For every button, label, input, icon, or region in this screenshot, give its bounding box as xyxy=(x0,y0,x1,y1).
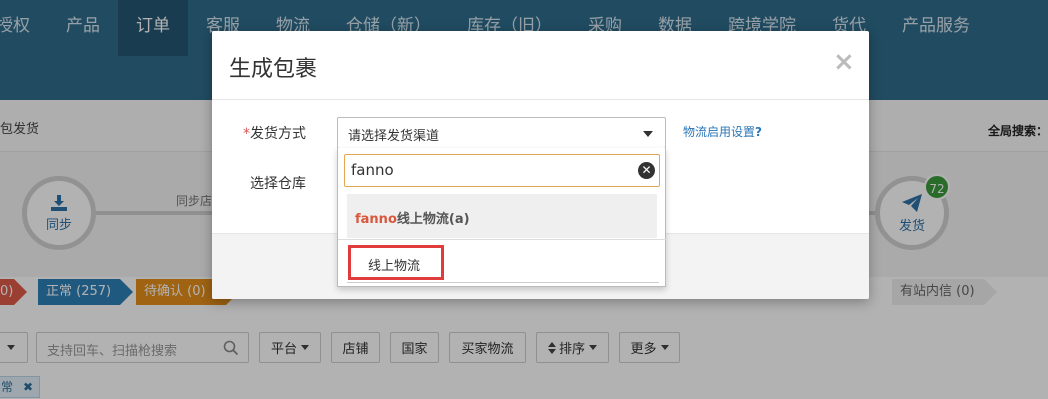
dialog-header: 生成包裹 × xyxy=(212,31,869,100)
ship-channel-value: 请选择发货渠道 xyxy=(348,129,440,144)
divider xyxy=(338,239,667,240)
help-icon: ? xyxy=(755,125,762,139)
dropdown-option-online-logistics[interactable]: 线上物流 xyxy=(348,245,444,280)
ship-channel-select[interactable]: 请选择发货渠道 xyxy=(337,117,666,149)
logistics-settings-link[interactable]: 物流启用设置? xyxy=(683,123,762,140)
ship-channel-dropdown: fanno ✕ fanno线上物流(a) 线上物流 xyxy=(337,148,667,287)
dialog-title: 生成包裹 xyxy=(229,57,318,82)
divider xyxy=(347,282,659,283)
dropdown-group-header: fanno线上物流(a) xyxy=(347,194,657,238)
chevron-down-icon xyxy=(643,131,653,137)
warehouse-label: 选择仓库 xyxy=(250,176,306,192)
clear-icon[interactable]: ✕ xyxy=(638,162,655,179)
dropdown-search-input[interactable]: fanno ✕ xyxy=(344,154,660,187)
option-label: 线上物流 xyxy=(368,259,421,274)
required-mark: * xyxy=(243,126,250,142)
ship-method-label: *发货方式 xyxy=(243,126,306,142)
close-icon[interactable]: × xyxy=(833,49,855,75)
group-label: fanno线上物流(a) xyxy=(355,212,470,227)
dropdown-search-value: fanno xyxy=(351,161,394,179)
